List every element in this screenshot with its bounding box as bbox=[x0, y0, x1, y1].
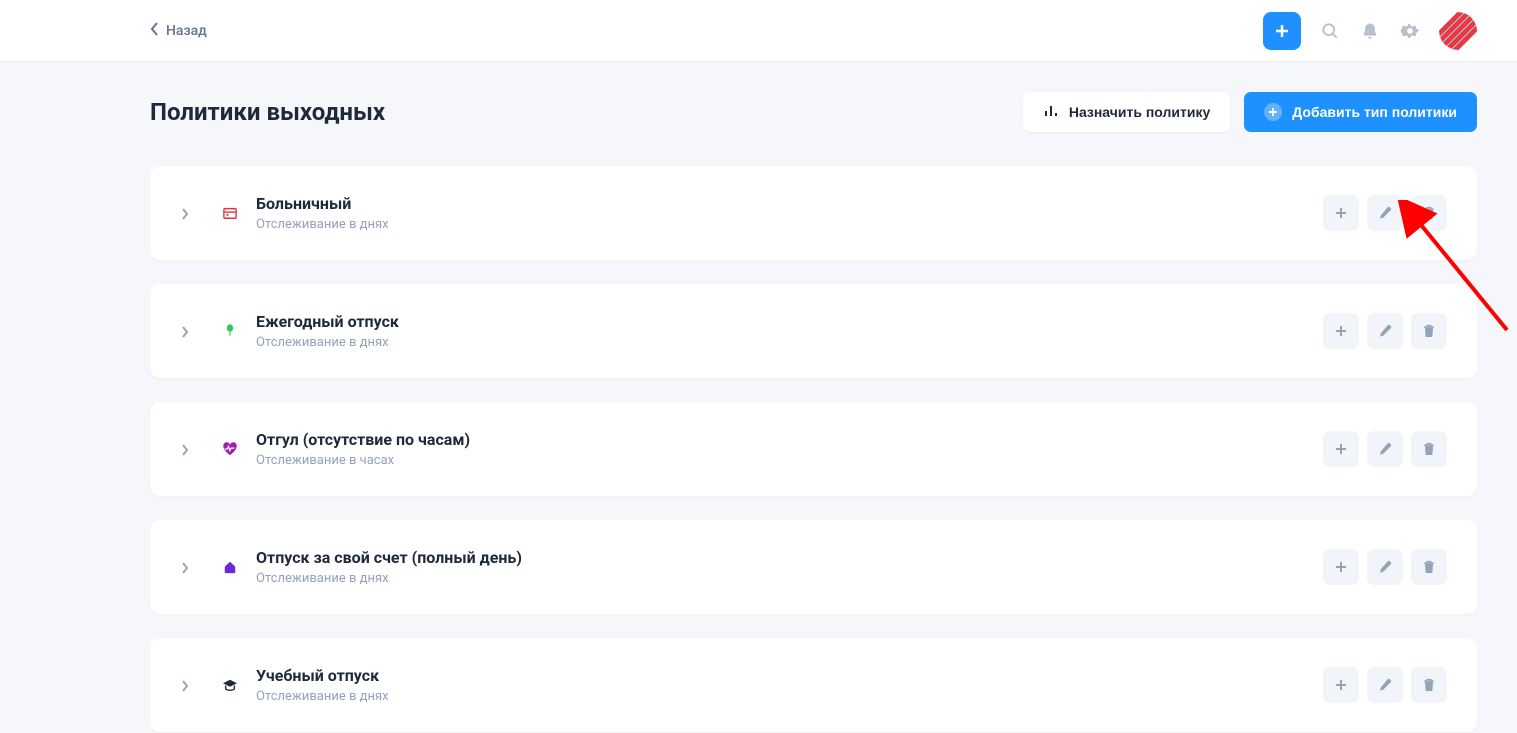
expand-toggle[interactable] bbox=[180, 559, 196, 575]
search-icon[interactable] bbox=[1319, 20, 1341, 42]
policy-actions bbox=[1323, 549, 1447, 585]
policy-body: Отпуск за свой счет (полный день) Отслежи… bbox=[256, 548, 1323, 586]
policy-subtitle: Отслеживание в днях bbox=[256, 335, 1323, 350]
add-sub-button[interactable] bbox=[1323, 667, 1359, 703]
bell-icon[interactable] bbox=[1359, 20, 1381, 42]
add-policy-type-label: Добавить тип политики bbox=[1292, 104, 1457, 120]
policy-card: Отгул (отсутствие по часам) Отслеживание … bbox=[150, 402, 1477, 496]
edit-button[interactable] bbox=[1367, 195, 1403, 231]
topbar: Назад bbox=[0, 0, 1517, 62]
delete-button[interactable] bbox=[1411, 667, 1447, 703]
policy-subtitle: Отслеживание в днях bbox=[256, 571, 1323, 586]
add-sub-button[interactable] bbox=[1323, 195, 1359, 231]
add-sub-button[interactable] bbox=[1323, 431, 1359, 467]
policy-card: Отпуск за свой счет (полный день) Отслежи… bbox=[150, 520, 1477, 614]
balloon-icon bbox=[220, 321, 240, 341]
expand-toggle[interactable] bbox=[180, 205, 196, 221]
plus-circle-icon bbox=[1264, 103, 1282, 121]
delete-button[interactable] bbox=[1411, 549, 1447, 585]
create-button[interactable] bbox=[1263, 12, 1301, 50]
bar-chart-icon bbox=[1043, 103, 1059, 122]
policy-actions bbox=[1323, 195, 1447, 231]
edit-button[interactable] bbox=[1367, 667, 1403, 703]
page-title: Политики выходных bbox=[150, 98, 385, 126]
expand-toggle[interactable] bbox=[180, 677, 196, 693]
delete-button[interactable] bbox=[1411, 195, 1447, 231]
policy-card: Ежегодный отпуск Отслеживание в днях bbox=[150, 284, 1477, 378]
add-sub-button[interactable] bbox=[1323, 313, 1359, 349]
avatar[interactable] bbox=[1439, 12, 1477, 50]
policy-subtitle: Отслеживание в днях bbox=[256, 217, 1323, 232]
policy-actions bbox=[1323, 431, 1447, 467]
header-actions: Назначить политику Добавить тип политики bbox=[1023, 92, 1477, 132]
policy-actions bbox=[1323, 313, 1447, 349]
assign-policy-button[interactable]: Назначить политику bbox=[1023, 92, 1230, 132]
edit-button[interactable] bbox=[1367, 431, 1403, 467]
heartbeat-icon bbox=[220, 439, 240, 459]
page-header: Политики выходных Назначить политику Доб… bbox=[150, 92, 1477, 132]
back-button[interactable]: Назад bbox=[150, 22, 207, 40]
add-sub-button[interactable] bbox=[1323, 549, 1359, 585]
house-icon bbox=[220, 557, 240, 577]
policy-card: Учебный отпуск Отслеживание в днях bbox=[150, 638, 1477, 732]
policy-body: Больничный Отслеживание в днях bbox=[256, 194, 1323, 232]
back-label: Назад bbox=[166, 23, 207, 39]
policy-title: Отгул (отсутствие по часам) bbox=[256, 430, 1323, 449]
calendar-icon bbox=[220, 203, 240, 223]
policy-card: Больничный Отслеживание в днях bbox=[150, 166, 1477, 260]
expand-toggle[interactable] bbox=[180, 323, 196, 339]
policy-actions bbox=[1323, 667, 1447, 703]
policy-subtitle: Отслеживание в днях bbox=[256, 689, 1323, 704]
expand-toggle[interactable] bbox=[180, 441, 196, 457]
grad-cap-icon bbox=[220, 675, 240, 695]
policy-title: Учебный отпуск bbox=[256, 666, 1323, 685]
policy-body: Учебный отпуск Отслеживание в днях bbox=[256, 666, 1323, 704]
assign-policy-label: Назначить политику bbox=[1069, 104, 1210, 120]
policy-body: Отгул (отсутствие по часам) Отслеживание … bbox=[256, 430, 1323, 468]
policy-body: Ежегодный отпуск Отслеживание в днях bbox=[256, 312, 1323, 350]
add-policy-type-button[interactable]: Добавить тип политики bbox=[1244, 92, 1477, 132]
topbar-actions bbox=[1263, 12, 1477, 50]
edit-button[interactable] bbox=[1367, 549, 1403, 585]
policy-title: Больничный bbox=[256, 194, 1323, 213]
policy-title: Ежегодный отпуск bbox=[256, 312, 1323, 331]
page: Политики выходных Назначить политику Доб… bbox=[0, 62, 1517, 732]
chevron-left-icon bbox=[150, 22, 160, 40]
delete-button[interactable] bbox=[1411, 431, 1447, 467]
delete-button[interactable] bbox=[1411, 313, 1447, 349]
policy-title: Отпуск за свой счет (полный день) bbox=[256, 548, 1323, 567]
policy-list: БольничныйОтслеживание в дняхЕжегодный о… bbox=[150, 166, 1477, 732]
gear-icon[interactable] bbox=[1399, 20, 1421, 42]
edit-button[interactable] bbox=[1367, 313, 1403, 349]
policy-subtitle: Отслеживание в часах bbox=[256, 453, 1323, 468]
